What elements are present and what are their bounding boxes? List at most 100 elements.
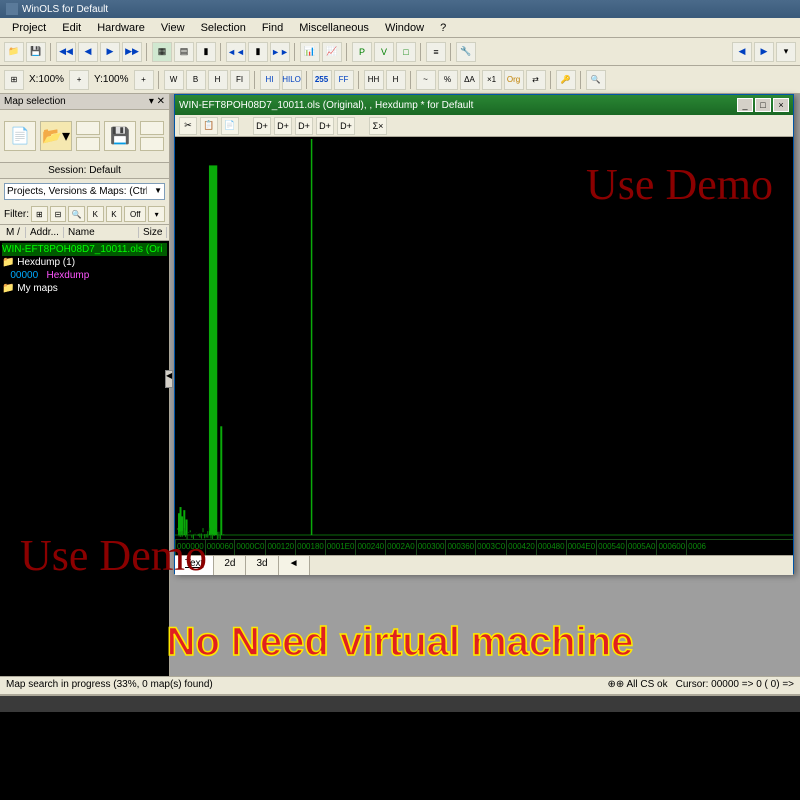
tb-btn[interactable]: ►►	[270, 42, 290, 62]
app-icon	[6, 3, 18, 15]
filter-drop-btn[interactable]: ▾	[148, 206, 165, 222]
tab-nav[interactable]: ◄	[279, 556, 310, 575]
tree-row[interactable]: 📁 My maps	[2, 282, 167, 295]
chevron-down-icon: ▼	[154, 186, 162, 197]
menu-project[interactable]: Project	[4, 20, 54, 36]
tb-prev-btn[interactable]: ◀	[78, 42, 98, 62]
cut-btn[interactable]: ✂	[179, 117, 197, 135]
fmt-h2-btn[interactable]: H	[386, 70, 406, 90]
projects-dropdown[interactable]: Projects, Versions & Maps: (Ctrl+Shift+F…	[4, 183, 165, 200]
minimize-button[interactable]: _	[737, 98, 753, 112]
fmt-ff-btn[interactable]: FF	[334, 70, 354, 90]
copy-btn[interactable]: 📋	[200, 117, 218, 135]
fmt-da-btn[interactable]: ΔA	[460, 70, 480, 90]
tree-row[interactable]: 00000 Hexdump	[2, 269, 167, 282]
d-btn[interactable]: D+	[253, 117, 271, 135]
key-icon[interactable]: 🔑	[556, 70, 576, 90]
menu-window[interactable]: Window	[377, 20, 432, 36]
filter-btn[interactable]: K	[87, 206, 104, 222]
menu-find[interactable]: Find	[254, 20, 291, 36]
menu-selection[interactable]: Selection	[193, 20, 254, 36]
menu-edit[interactable]: Edit	[54, 20, 89, 36]
new-btn[interactable]: 📄	[4, 121, 36, 151]
fmt-x1-btn[interactable]: ×1	[482, 70, 502, 90]
tree-row[interactable]: WIN-EFT8POH08D7_10011.ols (Ori	[2, 243, 167, 256]
d-btn[interactable]: D+	[295, 117, 313, 135]
tb-p-btn[interactable]: P	[352, 42, 372, 62]
search-icon[interactable]: 🔍	[586, 70, 606, 90]
tb-btn[interactable]: 📁	[4, 42, 24, 62]
zoom-plus-btn[interactable]: +	[69, 70, 89, 90]
tree-header: M / Addr... Name Size	[0, 224, 169, 241]
fmt-hi-btn[interactable]: HI	[260, 70, 280, 90]
d-btn[interactable]: D+	[337, 117, 355, 135]
hex-chart[interactable]: Use Demo	[175, 137, 793, 539]
tb-btn[interactable]: 💾	[26, 42, 46, 62]
menu-miscellaneous[interactable]: Miscellaneous	[291, 20, 377, 36]
app-title: WinOLS for Default	[22, 4, 108, 15]
menu-hardware[interactable]: Hardware	[89, 20, 153, 36]
fmt-swap-btn[interactable]: ~	[416, 70, 436, 90]
fmt-255-btn[interactable]: 255	[312, 70, 332, 90]
fmt-pct-btn[interactable]: %	[438, 70, 458, 90]
filter-btn[interactable]: ⊟	[50, 206, 67, 222]
sm-btn[interactable]	[140, 137, 164, 151]
tb-btn[interactable]: ▤	[174, 42, 194, 62]
tb-btn[interactable]: ≡	[426, 42, 446, 62]
tb-btn[interactable]: 📊	[300, 42, 320, 62]
fmt-swap2-btn[interactable]: ⇄	[526, 70, 546, 90]
save-btn[interactable]: 💾	[104, 121, 136, 151]
d-btn[interactable]: D+	[274, 117, 292, 135]
fmt-w-btn[interactable]: W	[164, 70, 184, 90]
filter-btn[interactable]: K	[106, 206, 123, 222]
d-btn[interactable]: D+	[316, 117, 334, 135]
close-button[interactable]: ×	[773, 98, 789, 112]
fmt-fi-btn[interactable]: FI	[230, 70, 250, 90]
sigma-btn[interactable]: Σ×	[369, 117, 387, 135]
fmt-hh-btn[interactable]: HH	[364, 70, 384, 90]
tb-last-btn[interactable]: ▶▶	[122, 42, 142, 62]
tb-v-btn[interactable]: V	[374, 42, 394, 62]
tb-btn[interactable]: ▮	[196, 42, 216, 62]
child-titlebar[interactable]: WIN-EFT8POH08D7_10011.ols (Original), , …	[175, 95, 793, 115]
sm-btn[interactable]	[76, 137, 100, 151]
menu-view[interactable]: View	[153, 20, 193, 36]
paste-btn[interactable]: 📄	[221, 117, 239, 135]
zoom-fit-btn[interactable]: ⊞	[4, 70, 24, 90]
sm-btn[interactable]	[140, 121, 164, 135]
tb-btn[interactable]: 📈	[322, 42, 342, 62]
tb-nav-left[interactable]: ◀	[732, 42, 752, 62]
tb-btn[interactable]: ◄◄	[226, 42, 246, 62]
tb-btn[interactable]: ▮	[248, 42, 268, 62]
menubar: Project Edit Hardware View Selection Fin…	[0, 18, 800, 38]
open-btn[interactable]: 📂▾	[40, 121, 72, 151]
tab-2d[interactable]: 2d	[214, 556, 246, 575]
sm-btn[interactable]	[76, 121, 100, 135]
filter-off-btn[interactable]: Off	[124, 206, 146, 222]
fmt-org-btn[interactable]: Org	[504, 70, 524, 90]
filter-btn[interactable]: ⊞	[31, 206, 48, 222]
panel-close-icon[interactable]: ▾ ✕	[149, 96, 165, 107]
session-label: Session: Default	[0, 162, 169, 179]
fmt-b-btn[interactable]: B	[186, 70, 206, 90]
status-left: Map search in progress (33%, 0 map(s) fo…	[6, 679, 213, 692]
zoom-plus-btn[interactable]: +	[134, 70, 154, 90]
tb-nav-right[interactable]: ▶	[754, 42, 774, 62]
tb-btn[interactable]: 🔧	[456, 42, 476, 62]
tb-next-btn[interactable]: ▶	[100, 42, 120, 62]
tb-first-btn[interactable]: ◀◀	[56, 42, 76, 62]
tb-btn[interactable]: ▦	[152, 42, 172, 62]
fmt-h-btn[interactable]: H	[208, 70, 228, 90]
filter-btn[interactable]: 🔍	[68, 206, 85, 222]
fmt-hilo-btn[interactable]: HILO	[282, 70, 302, 90]
splitter-handle[interactable]: ◀	[165, 370, 173, 388]
project-tree[interactable]: WIN-EFT8POH08D7_10011.ols (Ori 📁 Hexdump…	[0, 241, 169, 722]
tree-row[interactable]: 📁 Hexdump (1)	[2, 256, 167, 269]
tb-o-btn[interactable]: □	[396, 42, 416, 62]
main-toolbar-2: ⊞ X:100% + Y:100% + W B H FI HI HILO 255…	[0, 66, 800, 94]
maximize-button[interactable]: □	[755, 98, 771, 112]
tb-btn[interactable]: ▾	[776, 42, 796, 62]
panel-title: Map selection ▾ ✕	[0, 94, 169, 110]
menu-help[interactable]: ?	[432, 20, 454, 36]
tab-3d[interactable]: 3d	[246, 556, 278, 575]
